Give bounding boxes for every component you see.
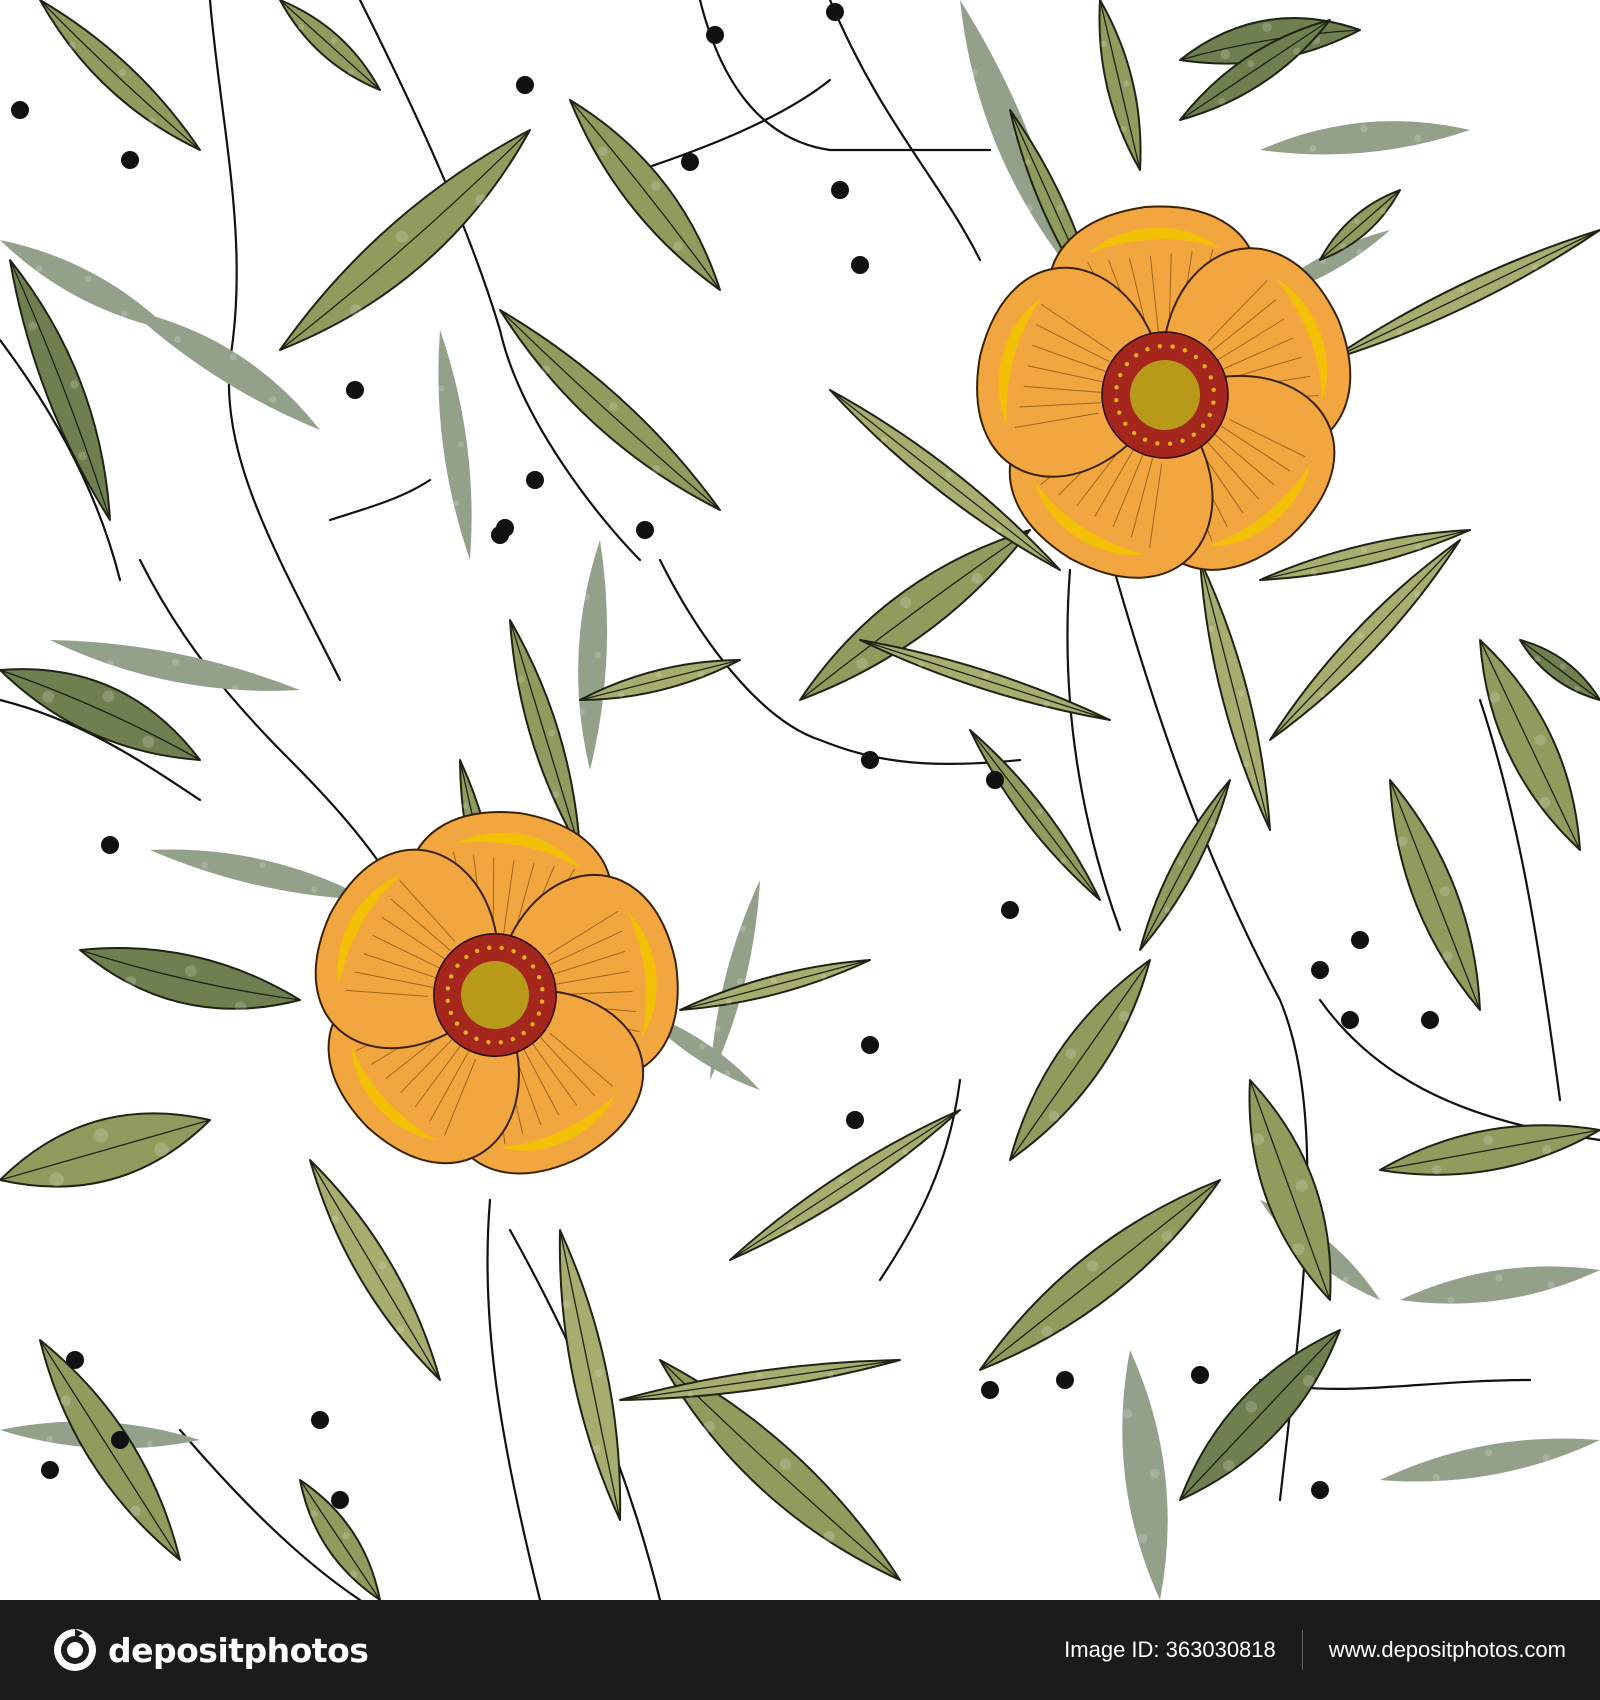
berry-icon xyxy=(1056,1371,1074,1389)
leaf-icon xyxy=(1122,1350,1168,1600)
stem xyxy=(1318,998,1600,1142)
leaf-icon xyxy=(1329,229,1600,361)
leaf-icon xyxy=(130,310,320,430)
leaf-icon xyxy=(39,0,201,151)
stem xyxy=(828,0,982,262)
leaf-icon xyxy=(710,880,760,1080)
brand: depositphotos xyxy=(52,1627,369,1673)
leaf-icon xyxy=(558,1229,622,1521)
berry-icon xyxy=(706,26,724,44)
leaf-icon xyxy=(1179,1329,1341,1501)
leaf-icon xyxy=(1098,0,1142,171)
berry-icon xyxy=(516,76,534,94)
berry-icon xyxy=(1351,931,1369,949)
leaf-icon xyxy=(729,1109,961,1261)
leaf-icon xyxy=(0,1112,211,1188)
watermark-footer: depositphotos Image ID: 363030818 www.de… xyxy=(0,1600,1600,1700)
leaf-icon xyxy=(279,129,531,351)
berry-icon xyxy=(331,1491,349,1509)
berry-icon xyxy=(1341,1011,1359,1029)
flower-icon xyxy=(315,811,679,1175)
berry-icon xyxy=(101,836,119,854)
image-id-text: Image ID: 363030818 xyxy=(1064,1637,1276,1662)
shadow-leaves xyxy=(0,0,1600,1600)
stem xyxy=(698,0,992,152)
leaf-icon xyxy=(859,639,1111,721)
leaf-icon xyxy=(1009,959,1151,1161)
stem xyxy=(878,1078,962,1282)
leaf-icon xyxy=(309,1159,441,1381)
website-link[interactable]: www.depositphotos.com xyxy=(1329,1637,1566,1663)
leaf-icon xyxy=(1380,1438,1600,1482)
berry-icon xyxy=(496,519,514,537)
berry-icon xyxy=(681,153,699,171)
berry-icon xyxy=(526,471,544,489)
berry-icon xyxy=(826,3,844,21)
berry-icon xyxy=(1191,1366,1209,1384)
berry-icon xyxy=(831,181,849,199)
leaf-icon xyxy=(679,959,871,1011)
leaf-icon xyxy=(969,729,1101,901)
leaf-icon xyxy=(1199,559,1271,831)
stem xyxy=(208,0,342,682)
leaf-icon xyxy=(79,947,301,1013)
berry-icon xyxy=(636,521,654,539)
berry-icon xyxy=(861,1036,879,1054)
leaf-icon xyxy=(569,99,721,291)
berry-icon xyxy=(981,1381,999,1399)
berry-icon xyxy=(1421,1011,1439,1029)
leaf-icon xyxy=(1379,1124,1600,1176)
leaf-icon xyxy=(150,849,370,900)
berry-icon xyxy=(846,1111,864,1129)
berry-icon xyxy=(311,1411,329,1429)
berry-icon xyxy=(41,1461,59,1479)
berry-icon xyxy=(11,101,29,119)
leaf-icon xyxy=(1260,121,1470,155)
leaf-icon xyxy=(438,330,472,560)
brand-name: depositphotos xyxy=(108,1630,369,1670)
leaf-icon xyxy=(1389,779,1481,1011)
leaf-icon xyxy=(979,1179,1221,1371)
leaf-icon xyxy=(619,1359,901,1401)
image-meta: Image ID: 363030818 www.depositphotos.co… xyxy=(1064,1630,1566,1670)
berry-icon xyxy=(111,1431,129,1449)
berry-icon xyxy=(851,256,869,274)
stem xyxy=(486,1198,542,1600)
leaf-icon xyxy=(1519,639,1600,701)
berry-icon xyxy=(986,771,1004,789)
berry-icon xyxy=(1311,1481,1329,1499)
berry-icon xyxy=(66,1351,84,1369)
stem xyxy=(328,478,432,522)
leaf-icon xyxy=(279,0,381,91)
floral-pattern-artwork xyxy=(0,0,1600,1600)
stem xyxy=(638,78,832,172)
berry-icon xyxy=(1311,961,1329,979)
leaf-icon xyxy=(0,668,201,761)
berry-icon xyxy=(346,381,364,399)
depositphotos-logo-icon xyxy=(54,1629,96,1671)
berry-icon xyxy=(1001,901,1019,919)
meta-divider xyxy=(1301,1630,1303,1670)
berry-icon xyxy=(121,151,139,169)
image-canvas: depositphotos Image ID: 363030818 www.de… xyxy=(0,0,1600,1700)
leaf-icon xyxy=(39,1339,181,1561)
leaf-icon xyxy=(578,540,608,770)
leaf-icon xyxy=(1400,1266,1600,1304)
leaf-icon xyxy=(1248,1079,1332,1301)
berry-icon xyxy=(861,751,879,769)
